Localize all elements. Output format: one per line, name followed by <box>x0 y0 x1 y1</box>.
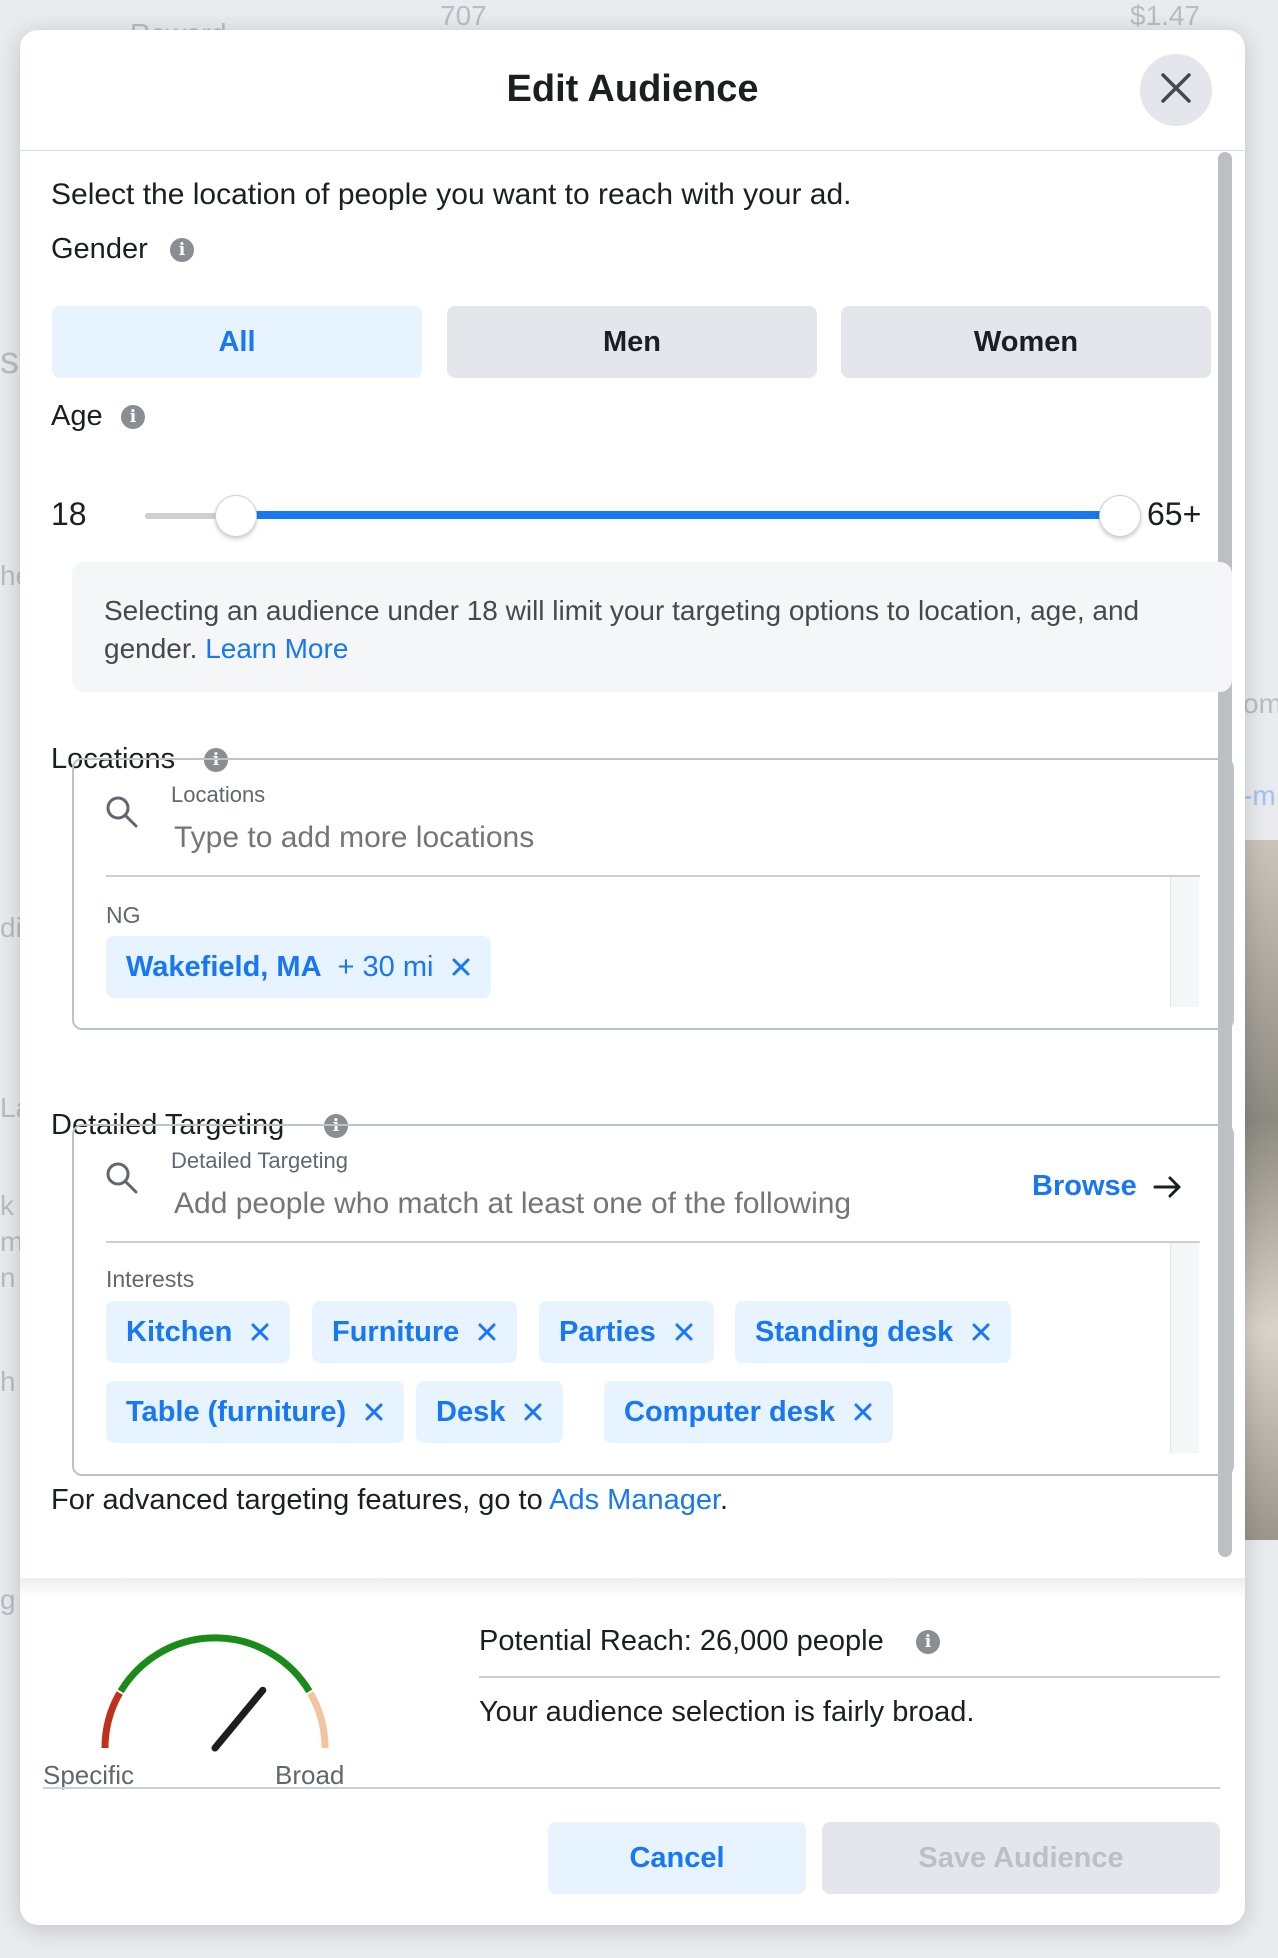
locations-search-input[interactable] <box>172 814 1126 862</box>
intro-text: Select the location of people you want t… <box>51 178 852 211</box>
remove-icon[interactable] <box>477 1322 497 1342</box>
edit-audience-modal: Edit Audience Select the location of peo… <box>20 30 1245 1925</box>
interest-chip: Table (furniture) <box>106 1381 405 1443</box>
inner-scrollbar[interactable] <box>1170 877 1199 1007</box>
interest-chip: Computer desk <box>604 1381 894 1443</box>
browse-button[interactable]: Browse <box>1032 1170 1183 1203</box>
gauge-specific-segment <box>101 1691 123 1749</box>
gender-label: Gender <box>51 233 148 265</box>
advanced-prefix: For advanced targeting features, go to <box>51 1484 550 1516</box>
save-audience-button[interactable]: Save Audience <box>822 1822 1220 1894</box>
info-icon[interactable]: i <box>121 405 145 429</box>
learn-more-link[interactable]: Learn More <box>205 633 348 664</box>
age-max-value: 65+ <box>1147 496 1202 532</box>
remove-icon[interactable] <box>364 1402 384 1422</box>
remove-icon[interactable] <box>523 1402 543 1422</box>
age-notice-text: Selecting an audience under 18 will limi… <box>104 592 1204 668</box>
bg-fragment: n <box>0 1262 16 1293</box>
remove-icon[interactable] <box>250 1322 270 1342</box>
cancel-button[interactable]: Cancel <box>548 1822 806 1894</box>
locations-field-label: Locations <box>171 782 266 807</box>
background-photo <box>1240 840 1278 1540</box>
gender-men-button[interactable]: Men <box>447 306 817 378</box>
location-radius[interactable]: + 30 mi <box>338 951 434 984</box>
bg-fragment: g <box>0 1584 16 1615</box>
bg-fragment: om <box>1243 688 1278 719</box>
bg-fragment: $1.47 <box>1130 0 1201 31</box>
audience-description: Your audience selection is fairly broad. <box>479 1696 975 1728</box>
interest-chip: Desk <box>416 1381 564 1443</box>
location-group-label: NG <box>106 902 141 928</box>
close-button[interactable] <box>1140 54 1212 126</box>
age-max-handle[interactable] <box>1099 495 1141 537</box>
remove-icon[interactable] <box>971 1322 991 1342</box>
search-icon <box>104 794 140 835</box>
location-chip: Wakefield, MA + 30 mi <box>106 936 492 998</box>
bg-fragment: 707 <box>440 0 487 31</box>
detailed-targeting-search-input[interactable] <box>172 1180 1016 1228</box>
interest-label: Table (furniture) <box>126 1395 347 1428</box>
browse-label: Browse <box>1032 1170 1137 1202</box>
info-icon[interactable]: i <box>916 1630 940 1654</box>
modal-title: Edit Audience <box>506 68 759 110</box>
bg-fragment: di <box>0 912 22 943</box>
interest-chip: Parties <box>539 1301 714 1363</box>
age-label: Age <box>51 400 103 432</box>
divider <box>106 875 1200 877</box>
divider <box>479 1676 1220 1678</box>
info-icon[interactable]: i <box>170 238 194 262</box>
advanced-suffix: . <box>720 1484 729 1516</box>
interest-label: Kitchen <box>126 1315 233 1348</box>
age-min-value: 18 <box>51 496 87 532</box>
interest-label: Parties <box>559 1315 656 1348</box>
divider <box>43 1787 1220 1789</box>
locations-field: Locations NG Wakefield, MA + 30 mi <box>72 758 1234 1030</box>
age-min-handle[interactable] <box>215 495 257 537</box>
detailed-targeting-field: Detailed Targeting Browse Interests Kitc… <box>72 1124 1234 1476</box>
divider <box>106 1241 1200 1243</box>
location-name: Wakefield, MA <box>126 950 322 983</box>
interest-label: Furniture <box>332 1315 460 1348</box>
ads-manager-link[interactable]: Ads Manager <box>549 1484 720 1516</box>
age-notice: Selecting an audience under 18 will limi… <box>72 562 1232 692</box>
search-icon <box>104 1160 140 1201</box>
gauge-graphic <box>101 1634 329 1752</box>
interest-chip: Standing desk <box>735 1301 1012 1363</box>
detailed-targeting-field-label: Detailed Targeting <box>171 1148 348 1173</box>
gender-all-button[interactable]: All <box>52 306 422 378</box>
audience-gauge <box>60 1598 350 1763</box>
interest-label: Computer desk <box>624 1395 836 1428</box>
interest-label: Desk <box>436 1395 506 1428</box>
interest-chip: Furniture <box>312 1301 518 1363</box>
bg-fragment: h <box>0 1366 16 1397</box>
remove-icon[interactable] <box>674 1322 694 1342</box>
potential-reach-text: Potential Reach: 26,000 people <box>479 1625 884 1657</box>
modal-header: Edit Audience <box>20 30 1245 151</box>
age-slider-fill <box>236 511 1124 519</box>
interest-label: Standing desk <box>755 1315 954 1348</box>
advanced-targeting-text: For advanced targeting features, go to A… <box>51 1484 728 1517</box>
gauge-broad-segment <box>307 1691 329 1749</box>
remove-icon[interactable] <box>853 1402 873 1422</box>
gauge-needle <box>211 1686 267 1752</box>
bg-fragment: k <box>0 1190 14 1221</box>
gender-women-button[interactable]: Women <box>841 306 1211 378</box>
close-icon <box>1159 71 1193 110</box>
interests-group-label: Interests <box>106 1266 195 1292</box>
footer-shadow <box>20 1578 1245 1598</box>
gauge-middle-segment <box>117 1634 313 1694</box>
arrow-right-icon <box>1153 1175 1183 1199</box>
bg-fragment: -m <box>1243 780 1276 811</box>
inner-scrollbar[interactable] <box>1170 1243 1199 1453</box>
interest-chip: Kitchen <box>106 1301 291 1363</box>
remove-icon[interactable] <box>451 957 471 977</box>
